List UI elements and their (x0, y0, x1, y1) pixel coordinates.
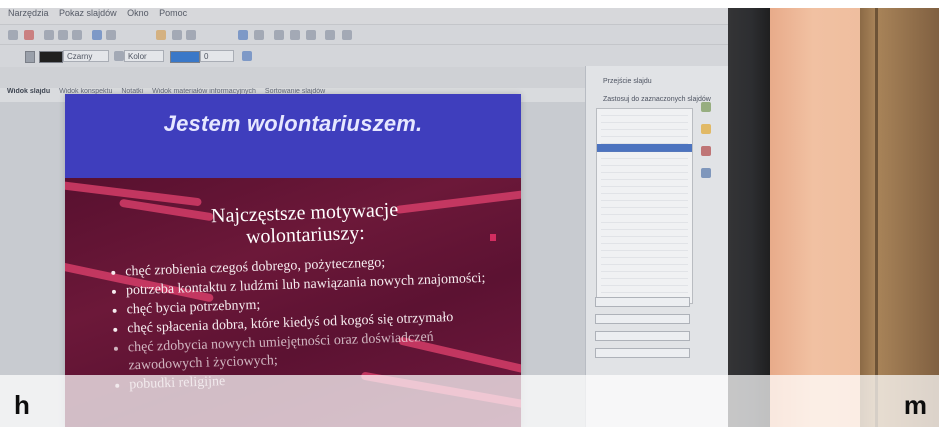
caption-right: m (903, 390, 927, 420)
panel-icon[interactable] (701, 146, 711, 156)
transition-option[interactable] (601, 258, 688, 266)
transition-option[interactable] (601, 137, 688, 145)
transition-option[interactable] (601, 130, 688, 138)
table-icon[interactable] (172, 30, 182, 40)
advance-field[interactable] (595, 331, 690, 341)
transition-list[interactable] (596, 108, 693, 304)
transition-option[interactable] (601, 237, 688, 244)
transition-option[interactable] (601, 109, 688, 117)
toolbar-icon[interactable] (306, 30, 316, 40)
transition-option[interactable] (601, 180, 688, 188)
transition-option[interactable] (601, 265, 688, 273)
undo-icon[interactable] (92, 30, 102, 40)
toolbar-icon[interactable] (290, 30, 300, 40)
panel-heading: Zastosuj do zaznaczonych slajdów (603, 96, 711, 103)
transition-option[interactable] (601, 230, 688, 237)
copy-icon[interactable] (58, 30, 68, 40)
slide-transition-panel: Przejście slajdu Zastosuj do zaznaczonyc… (585, 66, 728, 427)
standard-toolbar (0, 24, 728, 45)
fill-value-dropdown[interactable]: 0 (200, 50, 234, 62)
tab-slide-view[interactable]: Widok slajdu (7, 88, 50, 95)
transition-option[interactable] (601, 187, 688, 195)
help-icon[interactable] (238, 30, 248, 40)
menu-item-slideshow[interactable]: Pokaz slajdów (59, 8, 117, 18)
cut-icon[interactable] (44, 30, 54, 40)
menu-item-help[interactable]: Pomoc (159, 8, 187, 18)
chart-icon[interactable] (156, 30, 166, 40)
fill-color-swatch (170, 51, 200, 63)
transition-option[interactable] (601, 159, 688, 166)
caption-left: h (14, 390, 30, 420)
formatting-toolbar: Czarny Kolor 0 (0, 44, 728, 67)
panel-title: Przejście slajdu (603, 78, 652, 85)
menu-bar: Narzędzia Pokaz slajdów Okno Pomoc (0, 8, 728, 24)
fill-mode-dropdown[interactable]: Kolor (124, 50, 164, 62)
shadow-icon[interactable] (242, 51, 252, 61)
panel-icon[interactable] (701, 124, 711, 134)
panel-icon[interactable] (701, 102, 711, 112)
selected-transition-option[interactable] (597, 144, 692, 152)
fill-icon[interactable] (114, 51, 124, 61)
transition-option[interactable] (601, 116, 688, 124)
line-color-dropdown[interactable]: Czarny (63, 50, 109, 62)
transition-option[interactable] (601, 173, 688, 180)
panel-icon[interactable] (701, 168, 711, 178)
sound-field[interactable] (595, 314, 690, 324)
transition-option[interactable] (601, 152, 688, 159)
top-white-strip (0, 0, 939, 8)
toolbar-icon[interactable] (342, 30, 352, 40)
monitor-screen: Narzędzia Pokaz slajdów Okno Pomoc Czarn… (0, 8, 728, 427)
transition-option[interactable] (601, 201, 688, 209)
transition-option[interactable] (601, 123, 688, 131)
transition-option[interactable] (601, 251, 688, 258)
menu-item-window[interactable]: Okno (127, 8, 149, 18)
toolbar-icon[interactable] (24, 30, 34, 40)
timing-field[interactable] (595, 348, 690, 358)
slide-corner-marker (490, 234, 496, 241)
line-color-swatch (39, 51, 63, 63)
line-style-icon[interactable] (25, 51, 35, 63)
monitor-bezel (728, 8, 770, 427)
wooden-door-frame (860, 8, 939, 427)
panel-side-toolbar (701, 102, 713, 212)
door-edge (875, 8, 878, 427)
menu-item-tools[interactable]: Narzędzia (8, 8, 49, 18)
toolbar-icon[interactable] (254, 30, 264, 40)
photo-scene: Narzędzia Pokaz slajdów Okno Pomoc Czarn… (0, 0, 939, 427)
transition-option[interactable] (601, 223, 688, 230)
transition-option[interactable] (601, 208, 688, 216)
transition-option[interactable] (601, 244, 688, 251)
paste-icon[interactable] (72, 30, 82, 40)
caption-overlay (0, 375, 939, 427)
transition-option[interactable] (601, 166, 688, 173)
transition-option[interactable] (601, 215, 688, 223)
transition-option[interactable] (601, 194, 688, 202)
transition-option[interactable] (601, 272, 688, 280)
speed-field[interactable] (595, 297, 690, 307)
redo-icon[interactable] (106, 30, 116, 40)
insert-icon[interactable] (186, 30, 196, 40)
toolbar-icon[interactable] (325, 30, 335, 40)
toolbar-icon[interactable] (8, 30, 18, 40)
toolbar-icon[interactable] (274, 30, 284, 40)
peach-wall (770, 8, 860, 427)
slide-title: Jestem wolontariuszem. (163, 111, 423, 136)
transition-option[interactable] (601, 279, 688, 287)
